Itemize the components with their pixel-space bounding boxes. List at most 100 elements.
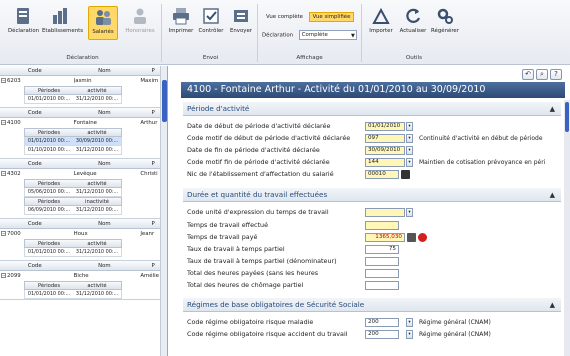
salaries-button[interactable]: Salariés [88, 6, 118, 40]
declaration-button[interactable]: Déclaration [8, 6, 39, 34]
collapse-icon[interactable]: − [1, 273, 6, 278]
motif-fin-input[interactable]: 144 [365, 158, 405, 167]
chevron-down-icon[interactable]: ▾ [406, 158, 413, 167]
send-icon [234, 10, 248, 22]
period-row-selected[interactable]: 01/01/2010 00:... 30/09/2010 00:... [24, 137, 122, 146]
envoyer-button[interactable]: Envoyer [226, 6, 256, 34]
undo-icon[interactable]: ↶ [522, 69, 534, 80]
employee-row[interactable]: − 4100 Fontaine Arthur [0, 118, 167, 128]
chevron-down-icon[interactable]: ▾ [406, 318, 413, 327]
total-heures-payees-input[interactable] [365, 269, 399, 278]
declaration-select[interactable]: Complète ▼ [298, 30, 357, 40]
field-motif-fin: Code motif fin de période d'activité déc… [187, 158, 546, 167]
detail-scrollbar[interactable] [564, 100, 570, 356]
regime-maladie-input[interactable]: 200 [365, 318, 399, 327]
edit-icon[interactable] [401, 170, 410, 179]
date-spin-icon[interactable]: ▾ [406, 146, 413, 155]
ribbon-group-envoi: Imprimer Contrôler Envoyer Envoi [164, 4, 258, 62]
regenerer-button[interactable]: Régénérer [430, 6, 460, 34]
date-debut-input[interactable]: 01/01/2010 [365, 122, 405, 131]
controler-button[interactable]: Contrôler [196, 6, 226, 34]
temps-effectue-input[interactable] [365, 221, 399, 230]
motif-debut-input[interactable]: 097 [365, 134, 405, 143]
period-header: Périodes activité [24, 179, 122, 188]
honoraires-button[interactable]: Honoraires [122, 6, 158, 34]
inactivity-header: Périodes inactivité [24, 197, 122, 206]
field-taux-partiel: Taux de travail à temps partiel 75 [187, 244, 561, 255]
employee-item: − 6203 Jasmin Maxim Périodes activité 01/… [0, 76, 167, 108]
field-temps-paye: Temps de travail payé 1365,030 [187, 232, 561, 243]
field-date-fin: Date de fin de période d'activité déclar… [187, 145, 561, 156]
field-nic: Nic de l'établissement d'affectation du … [187, 169, 561, 180]
actualiser-button[interactable]: Actualiser [398, 6, 428, 34]
section-regimes[interactable]: Régimes de base obligatoires de Sécurité… [183, 298, 561, 312]
importer-button[interactable]: Importer [366, 6, 396, 34]
collapse-caret-icon[interactable]: ▲ [550, 102, 555, 116]
field-code-unite: Code unité d'expression du temps de trav… [187, 207, 561, 218]
detail-scrollbar-thumb[interactable] [565, 102, 569, 132]
period-header: Périodes activité [24, 281, 122, 290]
detail-pane: ↶ ⌕? 4100 - Fontaine Arthur - Activité du… [169, 66, 570, 356]
field-motif-debut: Code motif de début de période d'activit… [187, 134, 543, 143]
vue-toggle: Vue complète Vue simplifiée [262, 12, 355, 22]
etablissements-button[interactable]: Etablissements [42, 6, 83, 34]
help-icon[interactable]: ? [550, 69, 562, 80]
collapse-icon[interactable]: − [1, 120, 6, 125]
period-row[interactable]: 01/01/2010 00:... 31/12/2010 00:... [24, 290, 122, 299]
column-code[interactable]: Code [0, 66, 70, 75]
employee-row[interactable]: − 6203 Jasmin Maxim [0, 76, 167, 86]
calculator-icon[interactable] [407, 233, 416, 242]
regime-accident-input[interactable]: 200 [365, 330, 399, 339]
chevron-down-icon[interactable]: ▾ [406, 134, 413, 143]
collapse-icon[interactable]: − [1, 78, 6, 83]
employee-row[interactable]: − 4302 Levêque Christi [0, 169, 167, 179]
temps-paye-input[interactable]: 1365,030 [365, 233, 405, 242]
collapse-caret-icon[interactable]: ▲ [550, 298, 555, 312]
chevron-down-icon[interactable]: ▾ [406, 330, 413, 339]
vue-complete-button[interactable]: Vue complète [262, 12, 307, 22]
error-icon[interactable] [418, 233, 427, 242]
field-total-chomage: Total des heures de chômage partiel [187, 280, 561, 291]
date-fin-input[interactable]: 30/09/2010 [365, 146, 405, 155]
declaration-select-row: Déclaration Complète ▼ [262, 30, 357, 40]
collapse-caret-icon[interactable]: ▲ [550, 188, 555, 202]
nic-input[interactable]: 00010 [365, 170, 399, 179]
left-scrollbar-thumb[interactable] [162, 80, 167, 122]
employee-list-header: Code Nom P [0, 66, 167, 76]
employee-item: − 2099 Biche Amélie Périodes activité 01/… [0, 271, 167, 300]
gears-icon [437, 8, 453, 24]
search-icon[interactable]: ⌕ [536, 69, 548, 80]
employee-item: − 7000 Houx Jeanr Périodes activité 01/01… [0, 229, 167, 261]
taux-denominateur-input[interactable] [365, 257, 399, 266]
document-icon [17, 8, 29, 24]
period-row[interactable]: 01/01/2010 00:... 31/12/2010 00:... [24, 248, 122, 257]
collapse-icon[interactable]: − [1, 231, 6, 236]
printer-icon [173, 8, 189, 25]
period-row[interactable]: 01/01/2010 00:... 31/12/2010 00:... [24, 95, 122, 104]
section-duree-travail[interactable]: Durée et quantité du travail effectuées ▲ [183, 188, 561, 202]
period-row[interactable]: 06/09/2010 00:... 31/12/2010 00:... [24, 206, 122, 215]
ribbon-group-declaration: Déclaration Etablissements Salariés Hono… [4, 4, 162, 62]
employee-list-header: Code Nom P [0, 108, 167, 118]
taux-partiel-input[interactable]: 75 [365, 245, 399, 254]
users-icon [96, 10, 111, 25]
imprimer-button[interactable]: Imprimer [166, 6, 196, 34]
column-nom[interactable]: Nom [70, 66, 140, 75]
code-unite-input[interactable] [365, 208, 405, 217]
period-row[interactable]: 05/06/2010 00:... 31/12/2010 00:... [24, 188, 122, 197]
checkbox-icon [203, 8, 219, 24]
collapse-icon[interactable]: − [1, 171, 6, 176]
left-scrollbar[interactable] [160, 66, 167, 356]
total-chomage-input[interactable] [365, 281, 399, 290]
employee-row[interactable]: − 7000 Houx Jeanr [0, 229, 167, 239]
employee-row[interactable]: − 2099 Biche Amélie [0, 271, 167, 281]
chevron-down-icon[interactable]: ▾ [406, 208, 413, 217]
field-date-debut: Date de début de période d'activité décl… [187, 121, 561, 132]
employee-list-header: Code Nom P [0, 159, 167, 169]
period-row[interactable]: 01/10/2010 00:... 31/12/2010 00:... [24, 146, 122, 155]
vue-simplifiee-button[interactable]: Vue simplifiée [308, 12, 355, 22]
section-periode-activite[interactable]: Période d'activité ▲ [183, 102, 561, 116]
date-spin-icon[interactable]: ▾ [406, 122, 413, 131]
